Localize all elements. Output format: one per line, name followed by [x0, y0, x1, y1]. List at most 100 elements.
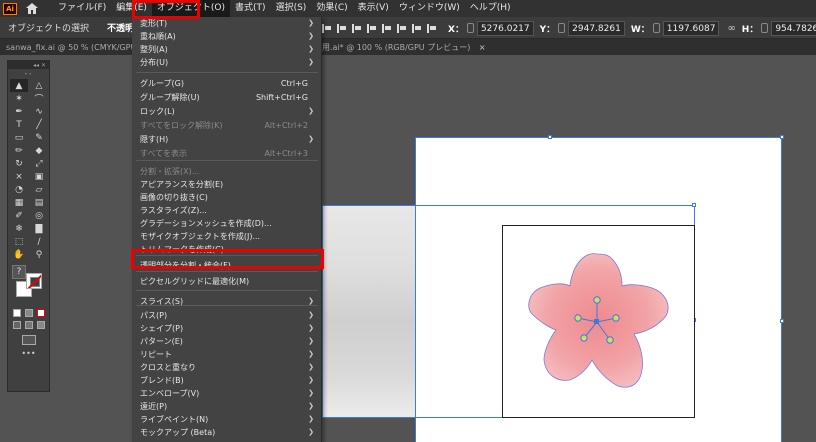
menu-item-group[interactable]: グループ(G) Ctrl+G [132, 77, 322, 90]
paintbrush-tool-icon[interactable]: ✎ [30, 131, 48, 144]
menu-item-distribute[interactable]: 分布(U) ❯ [132, 56, 322, 69]
draw-inside-icon[interactable] [37, 321, 45, 329]
pen-tool-icon[interactable]: ✒ [10, 105, 28, 118]
menu-item-pattern[interactable]: パターン(E) ❯ [132, 335, 322, 348]
line-tool-icon[interactable]: ╱ [30, 118, 48, 131]
free-transform-tool-icon[interactable]: ▣ [30, 170, 48, 183]
distribute-icon[interactable] [412, 23, 422, 33]
document-tab-active[interactable]: 用.ai* @ 100 % (RGB/GPU プレビュー) × [322, 42, 486, 53]
symbol-sprayer-tool-icon[interactable]: ❄ [10, 222, 28, 235]
menu-view[interactable]: 表示(V) [353, 0, 394, 17]
menu-item-ungroup[interactable]: グループ解除(U) Shift+Ctrl+G [132, 91, 322, 104]
menu-item-lock[interactable]: ロック(L) ❯ [132, 105, 322, 118]
menu-item-envelope-distort[interactable]: エンベロープ(V) ❯ [132, 387, 322, 400]
magic-wand-tool-icon[interactable]: ✶ [10, 92, 28, 105]
zoom-tool-icon[interactable]: ⚲ [30, 248, 48, 261]
align-top-icon[interactable] [367, 23, 377, 33]
close-tab-icon[interactable]: × [479, 43, 486, 52]
rectangle-tool-icon[interactable]: ▭ [10, 131, 28, 144]
rotate-tool-icon[interactable]: ↻ [10, 157, 28, 170]
edit-toolbar-icon[interactable]: ••• [8, 349, 49, 358]
w-stepper-icon[interactable] [652, 23, 660, 33]
link-proportions-icon[interactable]: ∞ [727, 23, 735, 34]
x-stepper-icon[interactable] [466, 23, 474, 33]
align-center-icon[interactable] [337, 23, 347, 33]
align-right-icon[interactable] [352, 23, 362, 33]
menu-item-expand-appearance[interactable]: アピアランスを分割(E) [132, 178, 322, 191]
align-left-icon[interactable] [322, 23, 332, 33]
scale-tool-icon[interactable]: ⤢ [30, 157, 48, 170]
width-tool-icon[interactable]: ⨯ [10, 170, 28, 183]
h-input[interactable]: 954.7826 [771, 20, 816, 36]
menu-item-align[interactable]: 整列(A) ❯ [132, 43, 322, 56]
menu-item-unlock-all[interactable]: すべてをロック解除(K) Alt+Ctrl+2 [132, 119, 322, 132]
menu-item-expand[interactable]: 分割・拡張(X)... [132, 165, 322, 178]
menu-item-perspective[interactable]: 遠近(P) ❯ [132, 400, 322, 413]
tools-panel-grip[interactable]: •• [8, 69, 49, 79]
menu-type[interactable]: 書式(T) [230, 0, 271, 17]
menu-item-crop-image[interactable]: 画像の切り抜き(C) [132, 191, 322, 204]
x-input[interactable]: 5276.0217 [476, 20, 534, 36]
home-icon[interactable] [25, 2, 39, 16]
selection-handle[interactable] [780, 319, 784, 323]
color-mode-icon[interactable] [13, 309, 21, 317]
menu-item-hide[interactable]: 隠す(H) ❯ [132, 133, 322, 146]
shape-builder-tool-icon[interactable]: ◔ [10, 183, 28, 196]
eraser-tool-icon[interactable]: ◆ [30, 144, 48, 157]
align-bottom-icon[interactable] [397, 23, 407, 33]
selection-tool-icon[interactable]: ▲ [10, 79, 28, 92]
selection-handle[interactable] [692, 203, 696, 207]
menu-item-shape[interactable]: シェイプ(P) ❯ [132, 322, 322, 335]
menu-item-intertwine[interactable]: クロスと重なり ❯ [132, 361, 322, 374]
menu-edit[interactable]: 編集(E) [111, 0, 152, 17]
tools-panel-header[interactable]: ◂◂ ✕ [8, 61, 49, 69]
shaper-tool-icon[interactable]: ✏ [10, 144, 28, 157]
type-tool-icon[interactable]: T [10, 118, 28, 131]
menu-item-live-paint[interactable]: ライブペイント(N) ❯ [132, 413, 322, 426]
menu-item-flatten-transparency[interactable]: 透明部分を分割・統合(F)... [132, 259, 322, 272]
menu-help[interactable]: ヘルプ(H) [465, 0, 516, 17]
sakura-flower[interactable] [522, 248, 672, 398]
menu-item-arrange[interactable]: 重ね順(A) ❯ [132, 30, 322, 43]
screen-mode-icon[interactable] [8, 335, 49, 345]
draw-normal-icon[interactable] [13, 321, 21, 329]
y-stepper-icon[interactable] [558, 23, 566, 33]
eyedropper-tool-icon[interactable]: ✐ [10, 209, 28, 222]
blend-tool-icon[interactable]: ◎ [30, 209, 48, 222]
menu-item-transform[interactable]: 変形(T) ❯ [132, 17, 322, 30]
h-stepper-icon[interactable] [761, 23, 769, 33]
draw-behind-icon[interactable] [25, 321, 33, 329]
selection-handle[interactable] [780, 135, 784, 139]
transform-icon[interactable] [427, 23, 437, 33]
menu-window[interactable]: ウィンドウ(W) [394, 0, 465, 17]
menu-item-slice[interactable]: スライス(S) ❯ [132, 295, 322, 308]
menu-effect[interactable]: 効果(C) [311, 0, 352, 17]
y-input[interactable]: 2947.8261 [568, 20, 625, 36]
align-middle-icon[interactable] [382, 23, 392, 33]
menu-item-create-object-mosaic[interactable]: モザイクオブジェクトを作成(J)... [132, 230, 322, 243]
menu-item-create-trim-marks[interactable]: トリムマークを作成(C) [132, 243, 322, 256]
menu-file[interactable]: ファイル(F) [53, 0, 111, 17]
menu-item-make-pixel-perfect[interactable]: ピクセルグリッドに最適化(M) [132, 275, 322, 288]
graph-tool-icon[interactable]: ▇ [30, 222, 48, 235]
menu-item-create-gradient-mesh[interactable]: グラデーションメッシュを作成(D)... [132, 217, 322, 230]
menu-item-mockup[interactable]: モックアップ (Beta) ❯ [132, 426, 322, 439]
gradient-background-object[interactable] [322, 205, 415, 417]
help-icon[interactable]: ? [12, 265, 26, 279]
lasso-tool-icon[interactable]: ⌒ [30, 92, 48, 105]
hand-tool-icon[interactable]: ✋ [10, 248, 28, 261]
menu-item-show-all[interactable]: すべてを表示 Alt+Ctrl+3 [132, 147, 322, 160]
perspective-tool-icon[interactable]: ▱ [30, 183, 48, 196]
selection-handle[interactable] [548, 135, 552, 139]
direct-selection-tool-icon[interactable]: △ [30, 79, 48, 92]
curvature-tool-icon[interactable]: ∿ [30, 105, 48, 118]
gradient-tool-icon[interactable]: ▤ [30, 196, 48, 209]
none-mode-icon[interactable] [37, 309, 45, 317]
slice-tool-icon[interactable]: ∕ [30, 235, 48, 248]
menu-object[interactable]: オブジェクト(O) [151, 0, 231, 17]
mesh-tool-icon[interactable]: ▦ [10, 196, 28, 209]
gradient-mode-icon[interactable] [25, 309, 33, 317]
w-input[interactable]: 1197.6087 [662, 20, 720, 36]
stroke-swatch[interactable] [26, 273, 42, 289]
menu-item-repeat[interactable]: リピート ❯ [132, 348, 322, 361]
